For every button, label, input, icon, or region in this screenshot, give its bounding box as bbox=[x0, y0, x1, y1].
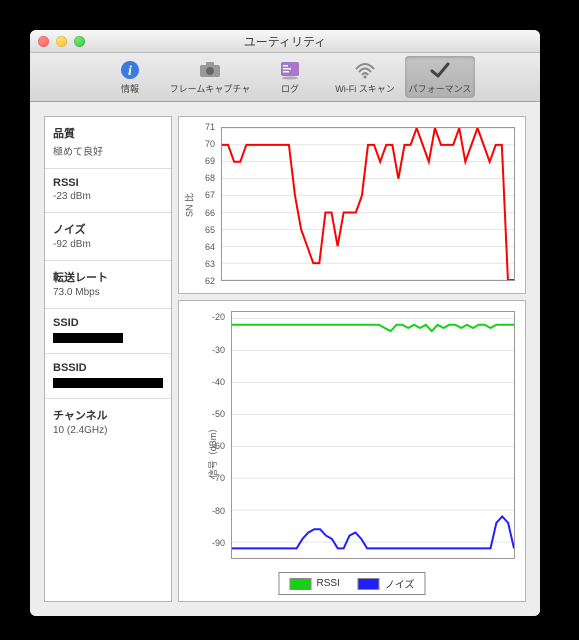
label: チャンネル bbox=[53, 407, 163, 423]
row-quality: 品質 極めて良好 bbox=[45, 117, 171, 169]
row-channel: チャンネル 10 (2.4GHz) bbox=[45, 399, 171, 601]
row-ssid: SSID bbox=[45, 309, 171, 354]
label: BSSID bbox=[53, 362, 163, 374]
row-rssi: RSSI -23 dBm bbox=[45, 169, 171, 213]
label: 品質 bbox=[53, 125, 163, 141]
tab-label: Wi-Fi スキャン bbox=[335, 82, 395, 95]
tab-label: 情報 bbox=[121, 82, 139, 95]
window: ユーティリティ i 情報 フレームキャプチャ ログ Wi-Fi スキャン bbox=[30, 30, 540, 616]
toolbar: i 情報 フレームキャプチャ ログ Wi-Fi スキャン パフ bbox=[30, 53, 540, 102]
tab-wifi-scan[interactable]: Wi-Fi スキャン bbox=[327, 56, 403, 98]
redacted-bar bbox=[53, 378, 163, 388]
tab-label: パフォーマンス bbox=[409, 82, 472, 95]
window-title: ユーティリティ bbox=[30, 33, 540, 50]
tab-info[interactable]: i 情報 bbox=[95, 56, 165, 98]
chart-sn-ratio: SN 比 62636465666768697071 bbox=[178, 116, 526, 294]
y-ticks: 62636465666768697071 bbox=[179, 117, 219, 293]
label: SSID bbox=[53, 317, 163, 329]
tab-log[interactable]: ログ bbox=[255, 56, 325, 98]
tab-performance[interactable]: パフォーマンス bbox=[405, 56, 475, 98]
redacted-bar bbox=[53, 333, 123, 343]
value: -23 dBm bbox=[53, 191, 163, 202]
value: 10 (2.4GHz) bbox=[53, 425, 163, 436]
legend-item-rssi: RSSI bbox=[289, 578, 339, 590]
value: -92 dBm bbox=[53, 239, 163, 250]
titlebar[interactable]: ユーティリティ bbox=[30, 30, 540, 53]
value: 73.0 Mbps bbox=[53, 287, 163, 298]
plot-area bbox=[221, 127, 515, 281]
value: 極めて良好 bbox=[53, 143, 163, 158]
y-ticks: -90-80-70-60-50-40-30-20 bbox=[179, 301, 229, 601]
charts: SN 比 62636465666768697071 信号（dBm） -90-80… bbox=[178, 116, 526, 602]
tab-frame-capture[interactable]: フレームキャプチャ bbox=[167, 56, 253, 98]
tab-label: ログ bbox=[281, 82, 299, 95]
log-icon bbox=[279, 60, 301, 80]
legend-label: ノイズ bbox=[385, 576, 415, 591]
label: RSSI bbox=[53, 177, 163, 189]
sidebar: 品質 極めて良好 RSSI -23 dBm ノイズ -92 dBm 転送レート … bbox=[44, 116, 172, 602]
label: ノイズ bbox=[53, 221, 163, 237]
chart-signal: 信号（dBm） -90-80-70-60-50-40-30-20 RSSI ノイ… bbox=[178, 300, 526, 602]
svg-text:i: i bbox=[128, 64, 132, 79]
wifi-icon bbox=[354, 60, 376, 80]
checkmark-icon bbox=[429, 60, 451, 80]
row-bssid: BSSID bbox=[45, 354, 171, 399]
legend-item-noise: ノイズ bbox=[358, 576, 415, 591]
camera-icon bbox=[199, 60, 221, 80]
row-noise: ノイズ -92 dBm bbox=[45, 213, 171, 261]
swatch-blue bbox=[358, 578, 380, 590]
legend-label: RSSI bbox=[316, 578, 339, 589]
info-icon: i bbox=[119, 60, 141, 80]
label: 転送レート bbox=[53, 269, 163, 285]
content: 品質 極めて良好 RSSI -23 dBm ノイズ -92 dBm 転送レート … bbox=[30, 102, 540, 616]
legend: RSSI ノイズ bbox=[278, 572, 425, 595]
plot-area bbox=[231, 311, 515, 559]
row-rate: 転送レート 73.0 Mbps bbox=[45, 261, 171, 309]
tab-label: フレームキャプチャ bbox=[170, 82, 251, 95]
swatch-green bbox=[289, 578, 311, 590]
